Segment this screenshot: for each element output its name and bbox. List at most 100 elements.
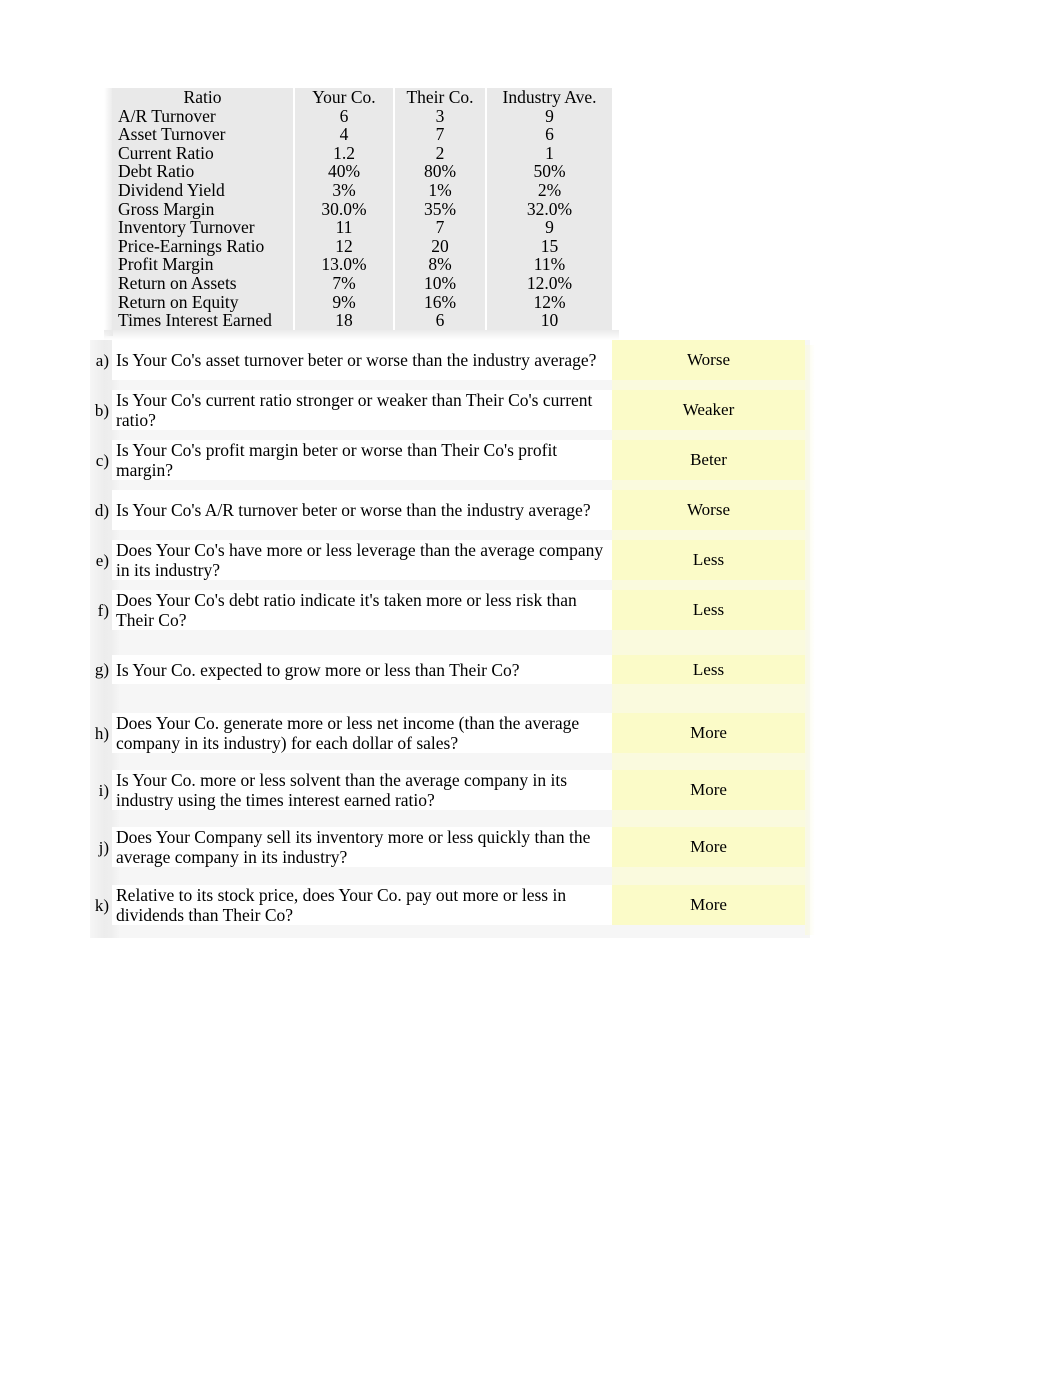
- question-letter-d: d): [94, 500, 109, 520]
- row-gap: [90, 630, 810, 655]
- row-gap: [90, 684, 810, 713]
- cell-your-co: 11: [293, 218, 394, 237]
- cell-ratio-name: Gross Margin: [112, 199, 294, 219]
- cell-their-co: 3: [393, 106, 486, 126]
- cell-ratio-name: Dividend Yield: [112, 181, 294, 200]
- table-row: Return on Assets 7% 10% 12.0%: [112, 274, 612, 293]
- column-header-their-co: Their Co.: [393, 88, 486, 107]
- row-gap: [90, 867, 810, 885]
- question-rows: a) Is Your Co's asset turnover beter or …: [90, 340, 810, 925]
- table-row: Dividend Yield 3% 1% 2%: [112, 181, 612, 200]
- cell-your-co: 1.2: [293, 144, 394, 163]
- cell-their-co: 16%: [393, 292, 486, 312]
- cell-ratio-name: Current Ratio: [112, 144, 294, 163]
- answer-cell-i[interactable]: More: [612, 770, 805, 810]
- cell-their-co: 80%: [393, 162, 486, 181]
- cell-your-co: 40%: [293, 162, 394, 181]
- cell-their-co: 7: [393, 218, 486, 237]
- cell-industry-ave: 11%: [485, 255, 612, 274]
- ratio-comparison-table: Ratio Your Co. Their Co. Industry Ave. A…: [112, 88, 612, 330]
- cell-your-co: 7%: [293, 274, 394, 293]
- cell-industry-ave: 15: [485, 237, 612, 256]
- cell-industry-ave: 6: [485, 125, 612, 144]
- question-letter-c: c): [95, 450, 109, 470]
- cell-industry-ave: 2%: [485, 181, 612, 200]
- answer-cell-d[interactable]: Worse: [612, 490, 805, 530]
- cell-ratio-name: Times Interest Earned: [112, 311, 294, 330]
- question-text-h: Does Your Co. generate more or less net …: [112, 713, 612, 753]
- question-text-a: Is Your Co's asset turnover beter or wor…: [112, 340, 612, 380]
- question-row-e: e) Does Your Co's have more or less leve…: [90, 540, 810, 580]
- cell-ratio-name: Return on Equity: [112, 292, 294, 312]
- answer-cell-c[interactable]: Beter: [612, 440, 805, 480]
- row-gap: [90, 430, 810, 440]
- cell-their-co: 2: [393, 144, 486, 163]
- question-row-c: c) Is Your Co's profit margin beter or w…: [90, 440, 810, 480]
- table-bottom-shadow: [104, 330, 619, 340]
- question-text-k: Relative to its stock price, does Your C…: [112, 885, 612, 925]
- answer-cell-e[interactable]: Less: [612, 540, 805, 580]
- table-header-row: Ratio Your Co. Their Co. Industry Ave.: [112, 88, 612, 107]
- table-body: A/R Turnover 6 3 9 Asset Turnover 4 7 6 …: [112, 106, 612, 330]
- cell-their-co: 8%: [393, 255, 486, 274]
- cell-industry-ave: 9: [485, 218, 612, 237]
- cell-their-co: 20: [393, 237, 486, 256]
- cell-ratio-name: Price-Earnings Ratio: [112, 237, 294, 256]
- table-row: Current Ratio 1.2 2 1: [112, 144, 612, 163]
- table-row: Inventory Turnover 11 7 9: [112, 218, 612, 237]
- answer-cell-f[interactable]: Less: [612, 590, 805, 630]
- cell-your-co: 6: [293, 106, 394, 126]
- cell-industry-ave: 50%: [485, 162, 612, 181]
- cell-their-co: 7: [393, 125, 486, 144]
- question-text-c: Is Your Co's profit margin beter or wors…: [112, 440, 612, 480]
- row-gap: [90, 580, 810, 590]
- question-row-i: i) Is Your Co. more or less solvent than…: [90, 770, 810, 810]
- cell-your-co: 9%: [293, 292, 394, 312]
- answer-cell-k[interactable]: More: [612, 885, 805, 925]
- cell-ratio-name: Debt Ratio: [112, 162, 294, 181]
- question-text-i: Is Your Co. more or less solvent than th…: [112, 770, 612, 810]
- question-row-b: b) Is Your Co's current ratio stronger o…: [90, 390, 810, 430]
- question-letter-b: b): [94, 400, 109, 420]
- cell-ratio-name: Profit Margin: [112, 255, 294, 274]
- cell-ratio-name: Return on Assets: [112, 274, 294, 293]
- question-row-d: d) Is Your Co's A/R turnover beter or wo…: [90, 490, 810, 530]
- cell-your-co: 3%: [293, 181, 394, 200]
- question-letter-k: k): [94, 895, 109, 915]
- question-row-f: f) Does Your Co's debt ratio indicate it…: [90, 590, 810, 630]
- cell-their-co: 1%: [393, 181, 486, 200]
- cell-your-co: 30.0%: [293, 199, 394, 219]
- cell-your-co: 18: [293, 311, 394, 330]
- cell-your-co: 12: [293, 237, 394, 256]
- table-row: A/R Turnover 6 3 9: [112, 106, 612, 126]
- answer-cell-j[interactable]: More: [612, 827, 805, 867]
- ratio-table-container: Ratio Your Co. Their Co. Industry Ave. A…: [112, 88, 612, 330]
- table-row: Price-Earnings Ratio 12 20 15: [112, 237, 612, 256]
- question-row-h: h) Does Your Co. generate more or less n…: [90, 713, 810, 753]
- column-header-your-co: Your Co.: [293, 88, 394, 107]
- cell-their-co: 6: [393, 311, 486, 330]
- question-letter-f: f): [97, 600, 109, 620]
- cell-your-co: 4: [293, 125, 394, 144]
- answer-cell-a[interactable]: Worse: [612, 340, 805, 380]
- question-text-b: Is Your Co's current ratio stronger or w…: [112, 390, 612, 430]
- question-answer-block: a) Is Your Co's asset turnover beter or …: [90, 340, 815, 938]
- table-row: Return on Equity 9% 16% 12%: [112, 292, 612, 312]
- table-row: Debt Ratio 40% 80% 50%: [112, 162, 612, 181]
- cell-industry-ave: 12.0%: [485, 274, 612, 293]
- question-text-f: Does Your Co's debt ratio indicate it's …: [112, 590, 612, 630]
- answer-cell-g[interactable]: Less: [612, 655, 805, 684]
- cell-your-co: 13.0%: [293, 255, 394, 274]
- answer-cell-h[interactable]: More: [612, 713, 805, 753]
- cell-their-co: 10%: [393, 274, 486, 293]
- question-row-j: j) Does Your Company sell its inventory …: [90, 827, 810, 867]
- cell-industry-ave: 32.0%: [485, 199, 612, 219]
- table-row: Asset Turnover 4 7 6: [112, 125, 612, 144]
- question-row-k: k) Relative to its stock price, does You…: [90, 885, 810, 925]
- table-row: Profit Margin 13.0% 8% 11%: [112, 255, 612, 274]
- answer-cell-b[interactable]: Weaker: [612, 390, 805, 430]
- question-text-g: Is Your Co. expected to grow more or les…: [112, 655, 612, 684]
- question-letter-e: e): [95, 550, 109, 570]
- question-row-a: a) Is Your Co's asset turnover beter or …: [90, 340, 810, 380]
- column-header-industry-ave: Industry Ave.: [485, 88, 612, 107]
